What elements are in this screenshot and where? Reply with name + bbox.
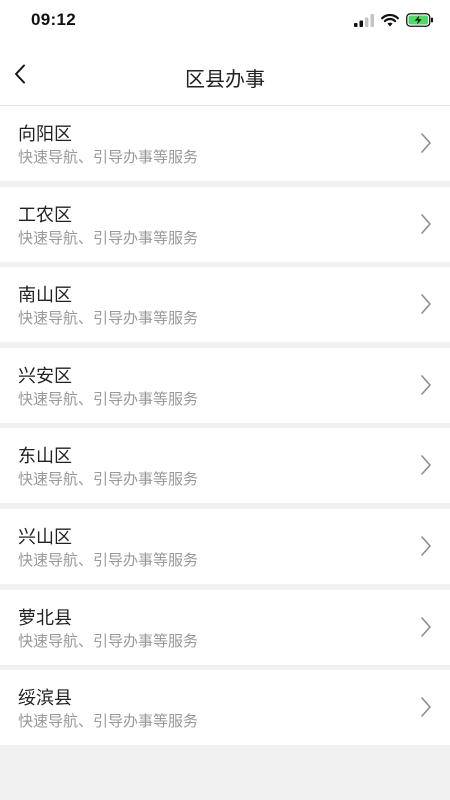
district-name: 兴山区 — [18, 526, 72, 548]
battery-charging-icon — [406, 12, 434, 31]
district-description: 快速导航、引导办事等服务 — [18, 470, 199, 489]
nav-bar: 区县办事 — [0, 48, 450, 106]
status-icons — [354, 12, 434, 31]
chevron-right-icon — [420, 374, 432, 400]
chevron-right-icon — [420, 293, 432, 319]
district-description: 快速导航、引导办事等服务 — [18, 631, 199, 650]
district-description: 快速导航、引导办事等服务 — [18, 389, 199, 408]
list-item-xingshan[interactable]: 兴山区 快速导航、引导办事等服务 — [0, 508, 450, 584]
signal-icon — [354, 12, 374, 31]
list-item-dongshan[interactable]: 东山区 快速导航、引导办事等服务 — [0, 428, 450, 504]
district-description: 快速导航、引导办事等服务 — [18, 712, 199, 731]
district-description: 快速导航、引导办事等服务 — [18, 309, 199, 328]
district-description: 快速导航、引导办事等服务 — [18, 550, 199, 569]
district-list: 向阳区 快速导航、引导办事等服务 工农区 快速导航、引导办事等服务 南山区 快速… — [0, 106, 450, 751]
district-description: 快速导航、引导办事等服务 — [18, 228, 199, 247]
chevron-right-icon — [420, 454, 432, 480]
district-name: 兴安区 — [18, 365, 72, 387]
district-name: 工农区 — [18, 204, 72, 226]
list-item-gongnong[interactable]: 工农区 快速导航、引导办事等服务 — [0, 186, 450, 262]
wifi-icon — [381, 12, 399, 31]
district-name: 东山区 — [18, 446, 72, 468]
chevron-right-icon — [420, 616, 432, 642]
district-name: 南山区 — [18, 285, 72, 307]
district-name: 萝北县 — [18, 607, 72, 629]
page-title: 区县办事 — [185, 67, 265, 91]
list-item-suibin[interactable]: 绥滨县 快速导航、引导办事等服务 — [0, 670, 450, 746]
list-item-nanshan[interactable]: 南山区 快速导航、引导办事等服务 — [0, 267, 450, 343]
chevron-right-icon — [420, 535, 432, 561]
district-description: 快速导航、引导办事等服务 — [18, 148, 199, 166]
chevron-right-icon — [420, 696, 432, 722]
chevron-right-icon — [420, 213, 432, 239]
list-item-xingan[interactable]: 兴安区 快速导航、引导办事等服务 — [0, 347, 450, 423]
list-item-xiangyang[interactable]: 向阳区 快速导航、引导办事等服务 — [0, 106, 450, 181]
district-name: 向阳区 — [18, 124, 72, 145]
chevron-right-icon — [420, 132, 432, 158]
status-time: 09:12 — [31, 10, 76, 29]
district-name: 绥滨县 — [18, 688, 72, 710]
status-bar: 09:12 — [0, 0, 450, 48]
list-item-luobei[interactable]: 萝北县 快速导航、引导办事等服务 — [0, 589, 450, 665]
